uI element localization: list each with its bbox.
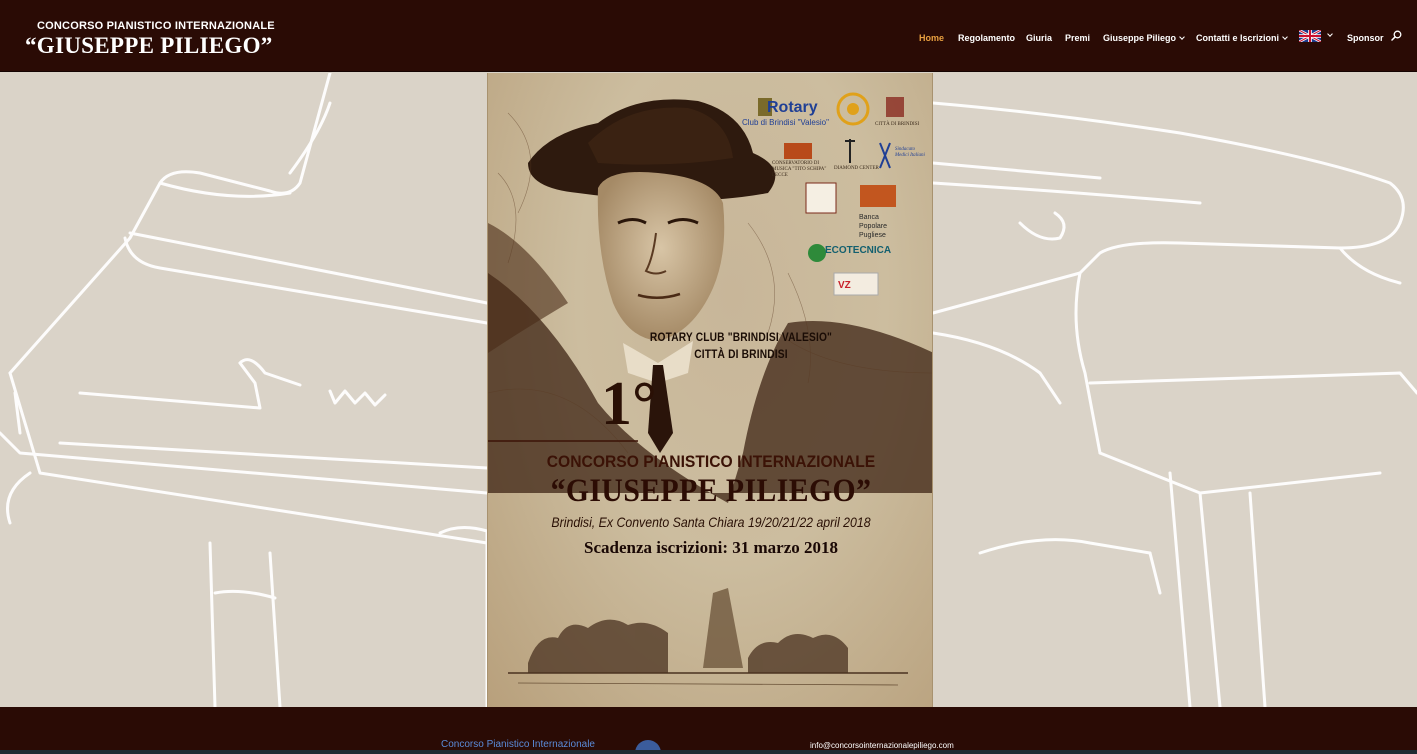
rotary-logo-text: Rotary [767, 99, 818, 116]
poster-title-line1: CONCORSO PIANISTICO INTERNAZIONALE [546, 452, 876, 471]
conservatorio-label: CONSERVATORIO di MUSICA "TITO SCHIPA" LE… [772, 161, 827, 178]
nav-premi[interactable]: Premi [1065, 33, 1090, 47]
site-logo-line1[interactable]: CONCORSO PIANISTICO INTERNAZIONALE [37, 20, 275, 32]
event-poster: VZ Rotary Club di Brindisi "Valesio" CIT… [487, 73, 933, 707]
city-label: CITTÀ di BRINDISI [875, 122, 920, 127]
poster-title-line2: “GIUSEPPE PILIEGO” [550, 473, 872, 509]
footer-email[interactable]: info@concorsointernazionalepiliego.com [810, 741, 954, 750]
organizer-line-2: CITTÀ DI BRINDISI [694, 347, 788, 361]
diamond-label: DIAMOND CENTER [834, 166, 879, 171]
sindacato-label: Sindacato Medici Italiani [895, 147, 925, 158]
footer-bottom-bar [0, 750, 1417, 754]
edition-number: 1° [601, 370, 657, 438]
nav-contatti-label: Contatti e Iscrizioni [1196, 33, 1280, 43]
chevron-down-icon [1282, 34, 1288, 40]
svg-text:VZ: VZ [838, 280, 851, 291]
site-header: CONCORSO PIANISTICO INTERNAZIONALE “GIUS… [0, 0, 1417, 72]
site-logo-line2[interactable]: “GIUSEPPE PILIEGO” [25, 33, 273, 59]
uk-flag-icon[interactable] [1299, 30, 1321, 42]
site-footer [0, 707, 1417, 754]
poster-location-dates: Brindisi, Ex Convento Santa Chiara 19/20… [551, 514, 871, 530]
poster-deadline: Scadenza iscrizioni: 31 marzo 2018 [583, 538, 838, 557]
nav-giuria[interactable]: Giuria [1026, 33, 1052, 47]
nav-contatti[interactable]: Contatti e Iscrizioni [1196, 33, 1288, 47]
organizer-line-1: ROTARY CLUB "BRINDISI VALESIO" [649, 330, 833, 344]
rotary-subtitle: Club di Brindisi "Valesio" [742, 118, 829, 127]
nav-giuseppe-piliego-label: Giuseppe Piliego [1103, 33, 1177, 43]
chevron-down-icon [1179, 34, 1185, 40]
ecotecnica-label: ECOTECNICA [825, 245, 892, 256]
bpp-label: Banca Popolare Pugliese [859, 214, 888, 239]
nav-regolamento[interactable]: Regolamento [958, 33, 1015, 47]
search-icon[interactable] [1391, 30, 1403, 42]
facebook-page-link[interactable]: Concorso Pianistico Internazionale [441, 739, 595, 750]
nav-giuseppe-piliego[interactable]: Giuseppe Piliego [1103, 33, 1185, 47]
nav-home[interactable]: Home [919, 33, 944, 47]
chevron-down-icon[interactable] [1327, 31, 1333, 37]
nav-sponsor[interactable]: Sponsor [1347, 33, 1384, 47]
